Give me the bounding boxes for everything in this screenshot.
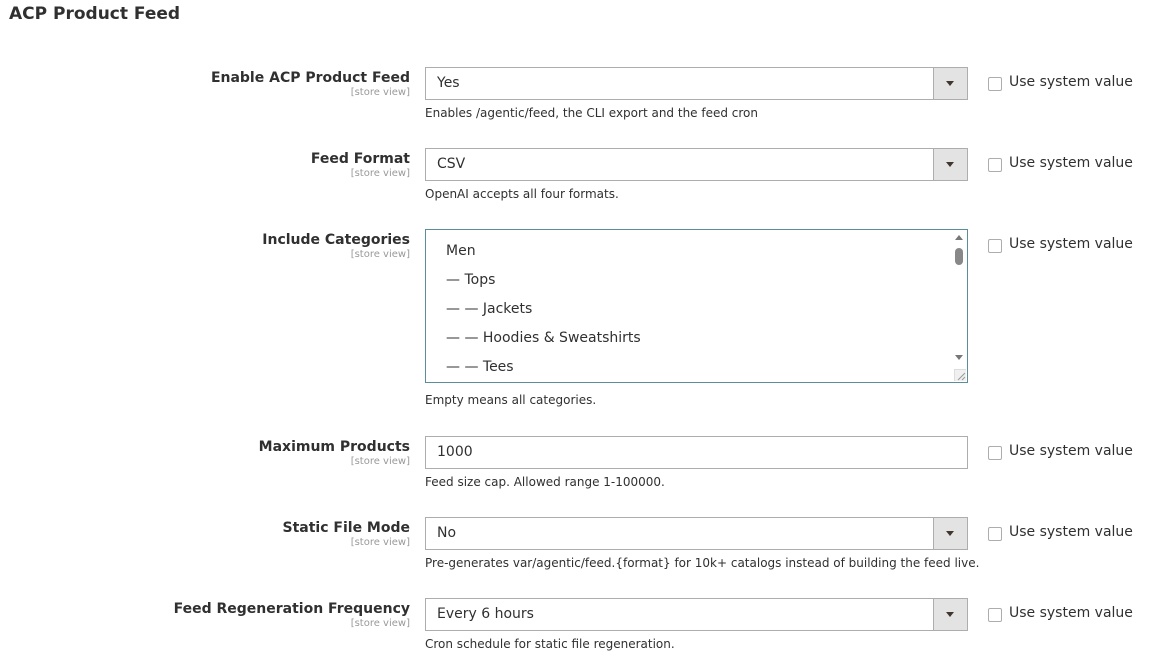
chevron-down-icon [946,531,954,536]
scope-label: [store view] [350,87,410,98]
dropdown-button[interactable] [933,599,967,630]
use-system-value-checkbox[interactable] [988,239,1002,253]
field-note: Empty means all categories. [425,393,597,407]
feed-format-label: Feed Format [310,151,410,167]
enable-feed-label: Enable ACP Product Feed [210,70,410,86]
select-value: Every 6 hours [437,606,534,622]
dropdown-button[interactable] [933,149,967,180]
scope-label: [store view] [350,618,410,629]
use-system-value-label[interactable]: Use system value [1009,155,1133,171]
scroll-up-icon[interactable] [955,235,963,240]
input-value: 1000 [437,444,473,460]
field-note: Feed size cap. Allowed range 1-100000. [425,475,665,489]
use-system-value-label[interactable]: Use system value [1009,605,1133,621]
section-title: ACP Product Feed [9,4,181,24]
dropdown-button[interactable] [933,518,967,549]
scope-label: [store view] [350,537,410,548]
field-label-group: Feed Regeneration Frequency [store view] [50,600,410,630]
max-products-label: Maximum Products [258,439,410,455]
use-system-value-checkbox[interactable] [988,608,1002,622]
enable-feed-select[interactable]: Yes [425,67,968,100]
chevron-down-icon [946,162,954,167]
scope-label: [store view] [350,249,410,260]
use-system-value-checkbox[interactable] [988,527,1002,541]
list-item[interactable]: — — Jackets [446,301,532,317]
dropdown-button[interactable] [933,68,967,99]
scope-label: [store view] [350,168,410,179]
field-label-group: Maximum Products [store view] [50,438,410,468]
resize-handle-icon[interactable] [954,369,966,381]
use-system-value-label[interactable]: Use system value [1009,236,1133,252]
categories-multiselect[interactable]: Men — Tops — — Jackets — — Hoodies & Swe… [425,229,968,383]
use-system-value-checkbox[interactable] [988,77,1002,91]
scope-label: [store view] [350,456,410,467]
field-note: Pre-generates var/agentic/feed.{format} … [425,556,980,570]
static-file-mode-label: Static File Mode [282,520,410,536]
select-value: Yes [437,75,460,91]
list-item[interactable]: — — Hoodies & Sweatshirts [446,330,641,346]
regeneration-frequency-select[interactable]: Every 6 hours [425,598,968,631]
chevron-down-icon [946,81,954,86]
field-note: OpenAI accepts all four formats. [425,187,619,201]
field-label-group: Include Categories [store view] [50,231,410,261]
field-label-group: Enable ACP Product Feed [store view] [50,69,410,99]
list-item[interactable]: — — Tees [446,359,514,375]
regeneration-frequency-label: Feed Regeneration Frequency [173,601,410,617]
max-products-input[interactable]: 1000 [425,436,968,469]
use-system-value-checkbox[interactable] [988,158,1002,172]
use-system-value-label[interactable]: Use system value [1009,524,1133,540]
static-file-mode-select[interactable]: No [425,517,968,550]
select-value: No [437,525,457,541]
include-categories-label: Include Categories [262,232,410,248]
list-item[interactable]: Men [446,243,476,259]
use-system-value-checkbox[interactable] [988,446,1002,460]
use-system-value-label[interactable]: Use system value [1009,443,1133,459]
field-note: Cron schedule for static file regenerati… [425,637,675,651]
field-label-group: Feed Format [store view] [50,150,410,180]
select-value: CSV [437,156,466,172]
field-note: Enables /agentic/feed, the CLI export an… [425,106,759,120]
use-system-value-label[interactable]: Use system value [1009,74,1133,90]
list-item[interactable]: — Tops [446,272,495,288]
chevron-down-icon [946,612,954,617]
field-label-group: Static File Mode [store view] [50,519,410,549]
scrollbar-thumb[interactable] [955,248,963,265]
scroll-down-icon[interactable] [955,355,963,360]
feed-format-select[interactable]: CSV [425,148,968,181]
